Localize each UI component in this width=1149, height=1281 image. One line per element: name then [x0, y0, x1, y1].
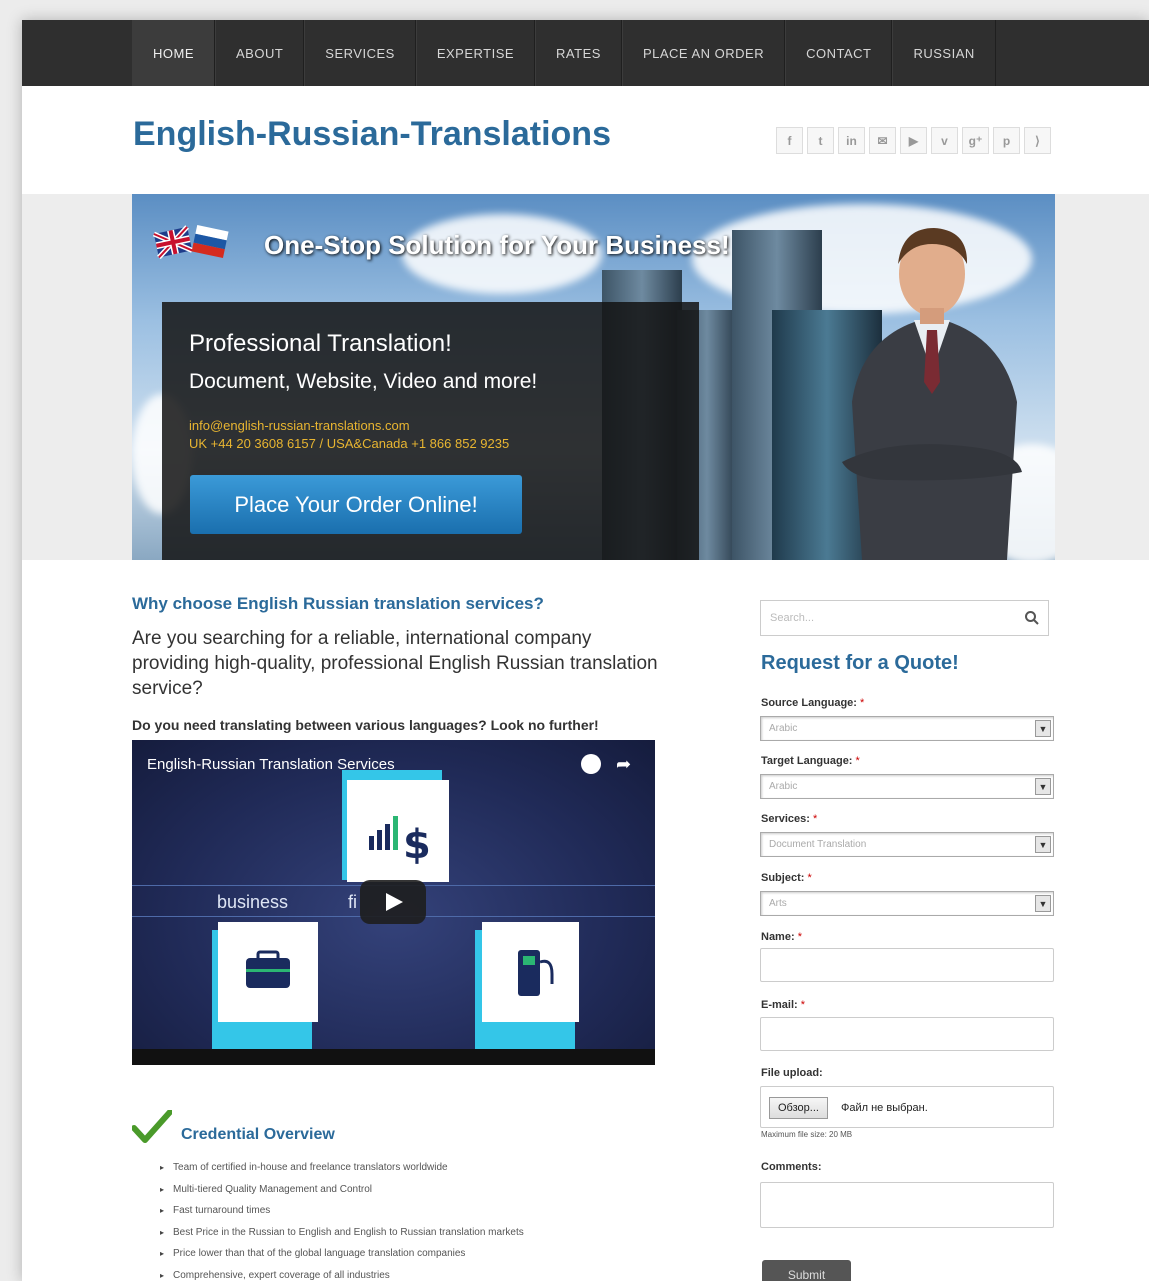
email-field[interactable] — [760, 1017, 1054, 1051]
nav-item-about[interactable]: ABOUT — [215, 20, 305, 86]
nav-item-russian[interactable]: RUSSIAN — [892, 20, 996, 86]
quote-form-title: Request for a Quote! — [761, 652, 959, 674]
nav-item-rates[interactable]: RATES — [535, 20, 622, 86]
video-card-chart: $ — [347, 780, 449, 882]
google-plus-icon[interactable]: g⁺ — [962, 127, 989, 154]
name-field[interactable] — [760, 948, 1054, 982]
youtube-icon[interactable]: ▶ — [900, 127, 927, 154]
businessman-image — [842, 228, 1022, 560]
checkmark-icon — [132, 1110, 172, 1143]
list-item: Best Price in the Russian to English and… — [160, 1222, 524, 1244]
twitter-icon[interactable]: t — [807, 127, 834, 154]
video-caption-business: business — [217, 892, 289, 912]
browse-button[interactable]: Обзор... — [769, 1097, 828, 1119]
subject-select[interactable]: Arts ▼ — [760, 891, 1054, 916]
source-language-label: Source Language: * — [761, 697, 865, 709]
max-file-size-note: Maximum file size: 20 MB — [761, 1130, 853, 1139]
services-select[interactable]: Document Translation ▼ — [760, 832, 1054, 857]
nav-item-services[interactable]: SERVICES — [304, 20, 416, 86]
video-title[interactable]: English-Russian Translation Services — [147, 756, 395, 773]
site-title[interactable]: English-Russian-Translations — [133, 115, 611, 154]
nav-item-contact[interactable]: CONTACT — [785, 20, 893, 86]
place-order-button[interactable]: Place Your Order Online! — [190, 475, 522, 534]
share-icon[interactable]: ➦ — [616, 754, 631, 775]
contact-email[interactable]: info@english-russian-translations.com — [189, 418, 410, 433]
play-button[interactable] — [360, 880, 426, 924]
contact-phones: UK +44 20 3608 6157 / USA&Canada +1 866 … — [189, 436, 510, 451]
video-player[interactable]: $ business fi English-Russian Translatio… — [132, 740, 655, 1065]
list-item: Team of certified in-house and freelance… — [160, 1157, 524, 1179]
search-input[interactable]: Search... — [760, 600, 1049, 636]
file-upload-label: File upload: — [761, 1067, 823, 1079]
name-label: Name: * — [761, 931, 802, 943]
submit-button[interactable]: Submit — [762, 1260, 851, 1281]
email-label: E-mail: * — [761, 999, 806, 1011]
video-card-briefcase — [218, 922, 318, 1022]
hero-banner: One-Stop Solution for Your Business! Pro… — [132, 194, 1055, 560]
nav-item-home[interactable]: HOME — [132, 20, 215, 86]
svg-text:$: $ — [403, 822, 431, 868]
pinterest-icon[interactable]: p — [993, 127, 1020, 154]
play-icon — [386, 893, 403, 911]
chevron-down-icon: ▼ — [1035, 720, 1051, 737]
page: HOME ABOUT SERVICES EXPERTISE RATES PLAC… — [22, 20, 1149, 1281]
briefcase-icon — [246, 950, 290, 988]
video-caption-fi: fi — [348, 892, 357, 912]
top-navbar: HOME ABOUT SERVICES EXPERTISE RATES PLAC… — [22, 20, 1149, 86]
list-item: Price lower than that of the global lang… — [160, 1243, 524, 1265]
dollar-chart-icon: $ — [369, 816, 431, 868]
search-placeholder: Search... — [770, 612, 815, 624]
source-language-select[interactable]: Arabic ▼ — [760, 716, 1054, 741]
file-upload-field: Обзор... Файл не выбран. — [760, 1086, 1054, 1128]
rss-icon[interactable]: ⟩ — [1024, 127, 1051, 154]
watch-later-icon[interactable] — [581, 754, 601, 774]
comments-label: Comments: — [761, 1161, 822, 1173]
hero-pro-title: Professional Translation! — [189, 330, 452, 357]
chevron-down-icon: ▼ — [1035, 778, 1051, 795]
credential-list: Team of certified in-house and freelance… — [160, 1157, 524, 1281]
lead-paragraph: Are you searching for a reliable, intern… — [132, 628, 658, 699]
social-icons: f t in ✉ ▶ v g⁺ p ⟩ — [776, 127, 1051, 154]
hero-pro-subtitle: Document, Website, Video and more! — [189, 370, 538, 393]
nav-item-place-an-order[interactable]: PLACE AN ORDER — [621, 20, 786, 86]
list-item: Multi-tiered Quality Management and Cont… — [160, 1179, 524, 1201]
target-language-label: Target Language: * — [761, 755, 860, 767]
credential-overview-title: Credential Overview — [181, 1126, 335, 1143]
list-item: Comprehensive, expert coverage of all in… — [160, 1265, 524, 1281]
facebook-icon[interactable]: f — [776, 127, 803, 154]
chevron-down-icon: ▼ — [1035, 895, 1051, 912]
chevron-down-icon: ▼ — [1035, 836, 1051, 853]
uk-russia-flags-icon — [152, 224, 229, 260]
comments-textarea[interactable] — [760, 1182, 1054, 1228]
search-icon[interactable] — [1024, 610, 1040, 626]
subject-label: Subject: * — [761, 872, 812, 884]
video-card-fuel — [482, 922, 579, 1022]
hero-info-box: Professional Translation! Document, Webs… — [162, 302, 699, 560]
fuel-pump-icon — [518, 950, 554, 996]
sublead-text: Do you need translating between various … — [132, 717, 599, 733]
nav-item-expertise[interactable]: EXPERTISE — [415, 20, 536, 86]
video-control-bar[interactable] — [132, 1049, 655, 1065]
nav-menu: HOME ABOUT SERVICES EXPERTISE RATES PLAC… — [132, 20, 996, 86]
hero-headline: One-Stop Solution for Your Business! — [264, 230, 730, 260]
linkedin-icon[interactable]: in — [838, 127, 865, 154]
services-label: Services: * — [761, 813, 818, 825]
no-file-text: Файл не выбран. — [841, 1102, 928, 1114]
vimeo-icon[interactable]: v — [931, 127, 958, 154]
target-language-select[interactable]: Arabic ▼ — [760, 774, 1054, 799]
list-item: Fast turnaround times — [160, 1200, 524, 1222]
why-choose-heading: Why choose English Russian translation s… — [132, 594, 544, 613]
email-icon[interactable]: ✉ — [869, 127, 896, 154]
